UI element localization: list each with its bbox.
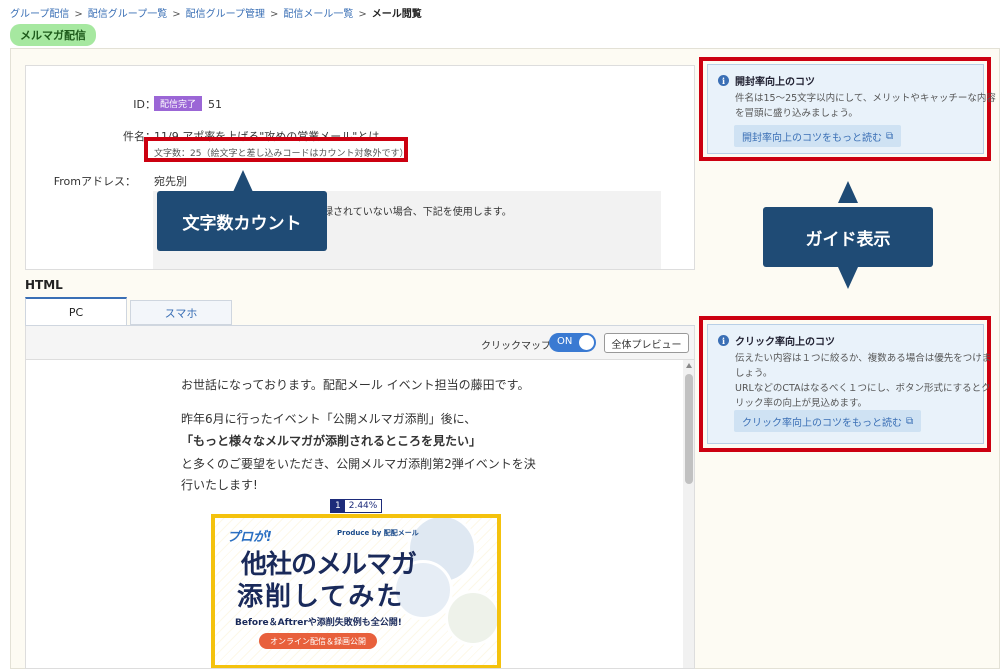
id-label: ID： <box>133 98 156 111</box>
mail-info-panel: ID： 配信完了 51 件名： 11/9 アポ率を上げる"攻めの営業メール"とは … <box>25 65 695 270</box>
open-rate-tip: i 開封率向上のコツ 件名は15〜25文字以内にして、メリットやキャッチーな内容 … <box>707 64 996 154</box>
toggle-state: ON <box>557 336 573 347</box>
click-rank: 1 <box>331 500 345 512</box>
tip-body: 伝えたい内容は１つに絞るか、複数ある場合は優先をつけま しょう。 URLなどのC… <box>735 351 991 411</box>
tip-body-line: しょう。 <box>735 368 773 379</box>
page-badge: メルマガ配信 <box>10 24 96 46</box>
tab-pc[interactable]: PC <box>25 297 127 325</box>
section-title-html: HTML <box>25 278 63 292</box>
status-badge: 配信完了 <box>154 96 203 111</box>
banner-title-line2: 添削してみた <box>237 582 405 612</box>
breadcrumb-link-group-delivery[interactable]: グループ配信 <box>10 9 69 20</box>
tip-heading: i クリック率向上のコツ <box>718 333 835 348</box>
clickmap-toggle[interactable]: ON <box>549 333 596 352</box>
mail-line: お世話になっております。配配メール イベント担当の藤田です。 <box>181 378 530 392</box>
tip-link-label: クリック率向上のコツをもっと読む <box>742 417 902 429</box>
tip-title: 開封率向上のコツ <box>735 77 815 88</box>
event-banner[interactable]: プロが! Produce by 配配メール 他社のメルマガ 添削してみた Bef… <box>211 514 501 668</box>
from-label: Fromアドレス： <box>53 175 136 188</box>
banner-produce: Produce by 配配メール <box>337 529 419 537</box>
info-icon: i <box>718 75 729 86</box>
scroll-up-arrow-icon[interactable] <box>686 363 692 368</box>
mail-line: と多くのご要望をいただき、公開メルマガ添削第2弾イベントを決 <box>181 457 536 471</box>
external-link-icon: ⧉ <box>886 130 894 142</box>
mail-line: 昨年6月に行ったイベント「公開メルマガ添削」後に、 <box>181 412 477 426</box>
char-count-highlight <box>144 137 408 162</box>
click-rate-tip-link[interactable]: クリック率向上のコツをもっと読む ⧉ <box>734 410 922 432</box>
clickmap-label: クリックマップ <box>481 341 551 352</box>
mail-scrollbar[interactable] <box>683 360 694 668</box>
banner-cta: オンライン配信＆録画公開 <box>259 633 377 649</box>
breadcrumb-separator: > <box>74 9 83 20</box>
subject-label: 件名： <box>123 130 156 143</box>
breadcrumb-link-mail-list[interactable]: 配信メール一覧 <box>283 9 353 20</box>
callout-pointer-down <box>838 267 858 289</box>
id-row: 配信完了 51 <box>154 96 222 111</box>
tab-smartphone[interactable]: スマホ <box>130 300 232 325</box>
mail-line: 行いたします! <box>181 478 258 492</box>
breadcrumb-link-group-list[interactable]: 配信グループ一覧 <box>88 9 167 20</box>
breadcrumb: グループ配信 > 配信グループ一覧 > 配信グループ管理 > 配信メール一覧 > メール閲覧 <box>10 5 422 20</box>
callout-char-count: 文字数カウント <box>157 191 327 251</box>
breadcrumb-separator: > <box>358 9 367 20</box>
banner-photo-woman-2 <box>445 590 497 646</box>
breadcrumb-current: メール閲覧 <box>371 9 422 20</box>
breadcrumb-separator: > <box>172 9 181 20</box>
from-note: 録されていない場合、下記を使用します。 <box>323 207 512 218</box>
external-link-icon: ⧉ <box>906 415 914 427</box>
callout-guide: ガイド表示 <box>763 207 933 267</box>
tip-heading: i 開封率向上のコツ <box>718 73 815 88</box>
click-rate: 2.44% <box>344 500 382 512</box>
scroll-thumb[interactable] <box>685 374 693 484</box>
banner-pro-text: プロが! <box>227 530 272 545</box>
mail-line: 「もっと様々なメルマガが添削されるところを見たい」 <box>181 434 482 448</box>
preview-toolbar: クリックマップ ON 全体プレビュー <box>25 326 695 360</box>
info-icon: i <box>718 335 729 346</box>
tip-body-line: 伝えたい内容は１つに絞るか、複数ある場合は優先をつけま <box>735 353 992 364</box>
breadcrumb-link-group-manage[interactable]: 配信グループ管理 <box>186 9 265 20</box>
tip-body: 件名は15〜25文字以内にして、メリットやキャッチーな内容 を冒頭に盛り込みまし… <box>735 91 996 121</box>
banner-subtitle: Before＆Aftrerや添削失敗例も全公開! <box>235 618 402 628</box>
mail-preview: お世話になっております。配配メール イベント担当の藤田です。 昨年6月に行ったイ… <box>25 360 695 669</box>
tip-body-line: を冒頭に盛り込みましょう。 <box>735 108 858 119</box>
full-preview-button[interactable]: 全体プレビュー <box>604 333 689 353</box>
id-value: 51 <box>208 98 223 111</box>
toggle-knob <box>579 335 594 350</box>
from-value: 宛先別 <box>154 175 187 188</box>
click-rate-tip: i クリック率向上のコツ 伝えたい内容は１つに絞るか、複数ある場合は優先をつけま … <box>707 324 991 444</box>
click-rate-tag[interactable]: 1 2.44% <box>330 499 383 513</box>
tip-link-label: 開封率向上のコツをもっと読む <box>742 132 882 144</box>
tip-body-line: 件名は15〜25文字以内にして、メリットやキャッチーな内容 <box>735 93 996 104</box>
tip-body-line: リック率の向上が見込めます。 <box>735 398 868 409</box>
tip-title: クリック率向上のコツ <box>735 337 835 348</box>
open-rate-tip-link[interactable]: 開封率向上のコツをもっと読む ⧉ <box>734 125 902 147</box>
callout-pointer <box>233 170 253 192</box>
callout-pointer-up <box>838 181 858 203</box>
tip-body-line: URLなどのCTAはなるべく１つにし、ボタン形式にするとク <box>735 383 991 394</box>
breadcrumb-separator: > <box>270 9 279 20</box>
